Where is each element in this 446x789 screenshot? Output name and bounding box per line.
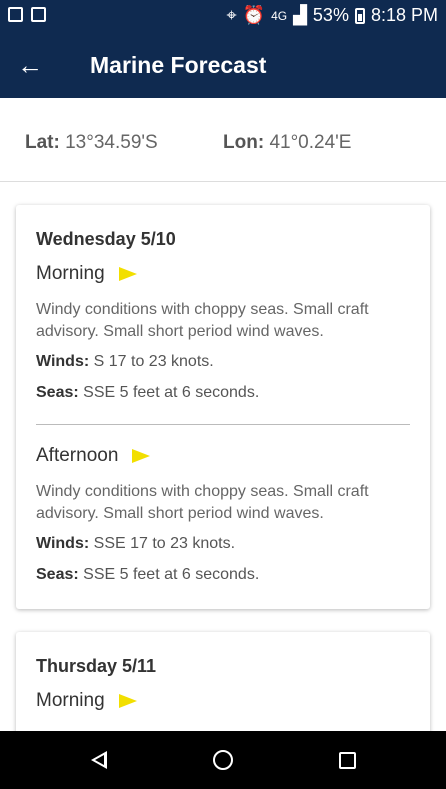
battery-icon: [354, 7, 365, 24]
navigation-bar: [0, 731, 446, 789]
nav-recents-button[interactable]: [317, 731, 377, 789]
seas-label: Seas:: [36, 566, 79, 583]
triangle-back-icon: [91, 751, 107, 769]
longitude-label: Lon:: [223, 132, 265, 153]
seas-row: Seas: SSE 5 feet at 6 seconds.: [36, 384, 259, 402]
location-icon: ⌖: [226, 5, 237, 25]
day-title: Wednesday 5/10: [36, 229, 176, 249]
day-title: Thursday 5/11: [36, 656, 157, 676]
arrow-back-icon: ←: [17, 49, 43, 80]
flag-icon: [118, 694, 137, 708]
latitude-value: 13°34.59'S: [65, 132, 158, 153]
winds-row: Winds: SSE 17 to 23 knots.: [36, 535, 235, 553]
flag-icon: [132, 449, 151, 463]
winds-label: Winds:: [36, 535, 90, 552]
seas-value: SSE 5 feet at 6 seconds.: [83, 384, 260, 401]
period-description: Windy conditions with choppy seas. Small…: [36, 301, 369, 340]
period-name: Afternoon: [36, 445, 119, 466]
period-header[interactable]: Morning: [36, 263, 137, 285]
period-name: Morning: [36, 690, 105, 711]
alarm-icon: ⏰: [242, 5, 266, 25]
circle-home-icon: [213, 750, 233, 770]
winds-label: Winds:: [36, 353, 90, 370]
forecast-card-day-1: Wednesday 5/10 Morning Windy conditions …: [16, 205, 430, 609]
latitude-label: Lat:: [25, 132, 60, 153]
status-bar: ⌖ ⏰ 4G ▟ 53% 8:18 PM: [0, 0, 446, 32]
clock: 8:18 PM: [370, 5, 438, 25]
winds-value: S 17 to 23 knots.: [93, 353, 214, 370]
coordinates-panel: Lat: 13°34.59'S Lon: 41°0.24'E: [0, 98, 446, 182]
image-icon: [8, 7, 23, 22]
latitude: Lat: 13°34.59'S: [25, 132, 158, 154]
winds-value: SSE 17 to 23 knots.: [93, 535, 236, 552]
battery-percent: 53%: [312, 5, 349, 25]
nav-back-button[interactable]: [69, 731, 129, 789]
app-icon: [31, 7, 46, 22]
seas-label: Seas:: [36, 384, 79, 401]
longitude-value: 41°0.24'E: [269, 132, 352, 153]
back-button[interactable]: ←: [0, 32, 60, 98]
period-description: Windy conditions with choppy seas. Small…: [36, 483, 369, 522]
page-title: Marine Forecast: [90, 52, 267, 78]
seas-row: Seas: SSE 5 feet at 6 seconds.: [36, 566, 259, 584]
period-name: Morning: [36, 263, 105, 284]
signal-icon: ▟: [293, 5, 307, 25]
divider: [36, 424, 410, 425]
square-recents-icon: [338, 751, 356, 769]
flag-icon: [118, 267, 137, 281]
period-header[interactable]: Morning: [36, 690, 137, 712]
app-bar: ← Marine Forecast: [0, 32, 446, 98]
longitude: Lon: 41°0.24'E: [223, 132, 351, 154]
winds-row: Winds: S 17 to 23 knots.: [36, 353, 214, 371]
seas-value: SSE 5 feet at 6 seconds.: [83, 566, 260, 583]
nav-home-button[interactable]: [193, 731, 253, 789]
network-type: 4G: [271, 8, 288, 23]
period-header[interactable]: Afternoon: [36, 445, 151, 467]
